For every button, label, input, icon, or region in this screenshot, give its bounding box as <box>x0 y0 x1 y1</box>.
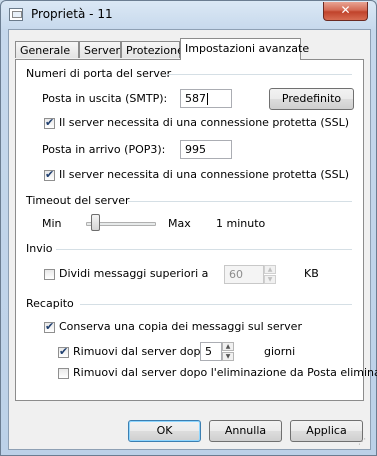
cancel-button[interactable]: Annulla <box>209 420 282 442</box>
timeout-min-label: Min <box>42 217 62 230</box>
split-messages-checkbox[interactable] <box>44 269 55 280</box>
group-server-ports: Numeri di porta del server <box>26 67 172 80</box>
smtp-ssl-checkbox[interactable] <box>44 116 55 129</box>
timeout-slider-thumb[interactable] <box>90 214 100 231</box>
smtp-port-input[interactable]: 587 <box>180 89 232 108</box>
ok-button[interactable]: OK <box>128 420 201 442</box>
pop3-ssl-checkbox[interactable] <box>44 168 55 181</box>
tab-generale[interactable]: Generale <box>15 41 79 58</box>
pop3-port-label: Posta in arrivo (POP3): <box>42 143 166 156</box>
default-button[interactable]: Predefinito <box>269 88 354 110</box>
apply-button[interactable]: Applica <box>290 420 363 442</box>
split-size-stepper[interactable]: ▲ ▼ <box>264 265 276 284</box>
tab-server[interactable]: Server <box>79 41 121 58</box>
split-size-input[interactable]: 60 <box>224 265 264 284</box>
text-caret <box>207 93 208 105</box>
split-messages-label: Dividi messaggi superiori a <box>59 267 209 280</box>
group-delivery: Recapito <box>26 297 74 310</box>
stepper-down-icon[interactable]: ▼ <box>222 352 234 361</box>
title-bar[interactable]: Proprietà - 11 ✕ <box>1 1 376 29</box>
split-size-unit: KB <box>304 267 319 280</box>
stepper-up-icon[interactable]: ▲ <box>264 265 276 274</box>
window-title: Proprietà - 11 <box>31 7 113 21</box>
remove-deleted-label: Rimuovi dal server dopo l'eliminazione d… <box>73 366 377 379</box>
timeout-value: 1 minuto <box>216 217 266 230</box>
group-sending: Invio <box>26 242 53 255</box>
group-divider <box>128 201 352 202</box>
pop3-port-input[interactable]: 995 <box>180 140 232 159</box>
smtp-port-value: 587 <box>185 92 206 105</box>
days-label: giorni <box>264 345 296 358</box>
stepper-up-icon[interactable]: ▲ <box>222 342 234 351</box>
smtp-port-label: Posta in uscita (SMTP): <box>42 92 168 105</box>
tab-protezione[interactable]: Protezione <box>121 41 184 58</box>
smtp-ssl-label: Il server necessita di una connessione p… <box>59 116 350 129</box>
remove-after-days-input[interactable]: 5 <box>200 342 222 361</box>
close-button[interactable]: ✕ <box>323 2 368 21</box>
pop3-ssl-label: Il server necessita di una connessione p… <box>59 168 350 181</box>
group-divider <box>80 304 352 305</box>
dialog-window: Proprietà - 11 ✕ Generale Server Protezi… <box>0 0 377 456</box>
dialog-client: Generale Server Protezione Impostazioni … <box>8 29 377 450</box>
tab-impostazioni-avanzate[interactable]: Impostazioni avanzate <box>180 38 309 60</box>
properties-icon <box>9 8 23 21</box>
group-server-timeout: Timeout del server <box>26 194 130 207</box>
advanced-settings-panel: Numeri di porta del server Posta in usci… <box>15 59 377 401</box>
stepper-down-icon[interactable]: ▼ <box>264 275 276 284</box>
group-divider <box>166 74 352 75</box>
keep-copy-label: Conserva una copia dei messaggi sul serv… <box>59 320 302 333</box>
remove-after-stepper[interactable]: ▲ ▼ <box>222 342 234 361</box>
remove-after-checkbox[interactable] <box>58 345 69 358</box>
keep-copy-checkbox[interactable] <box>44 320 55 333</box>
remove-after-label: Rimuovi dal server dopo <box>73 345 208 358</box>
resize-grip-icon[interactable]: ⋰ <box>358 437 368 447</box>
timeout-max-label: Max <box>168 217 191 230</box>
group-divider <box>56 249 352 250</box>
remove-deleted-checkbox[interactable] <box>58 368 69 379</box>
